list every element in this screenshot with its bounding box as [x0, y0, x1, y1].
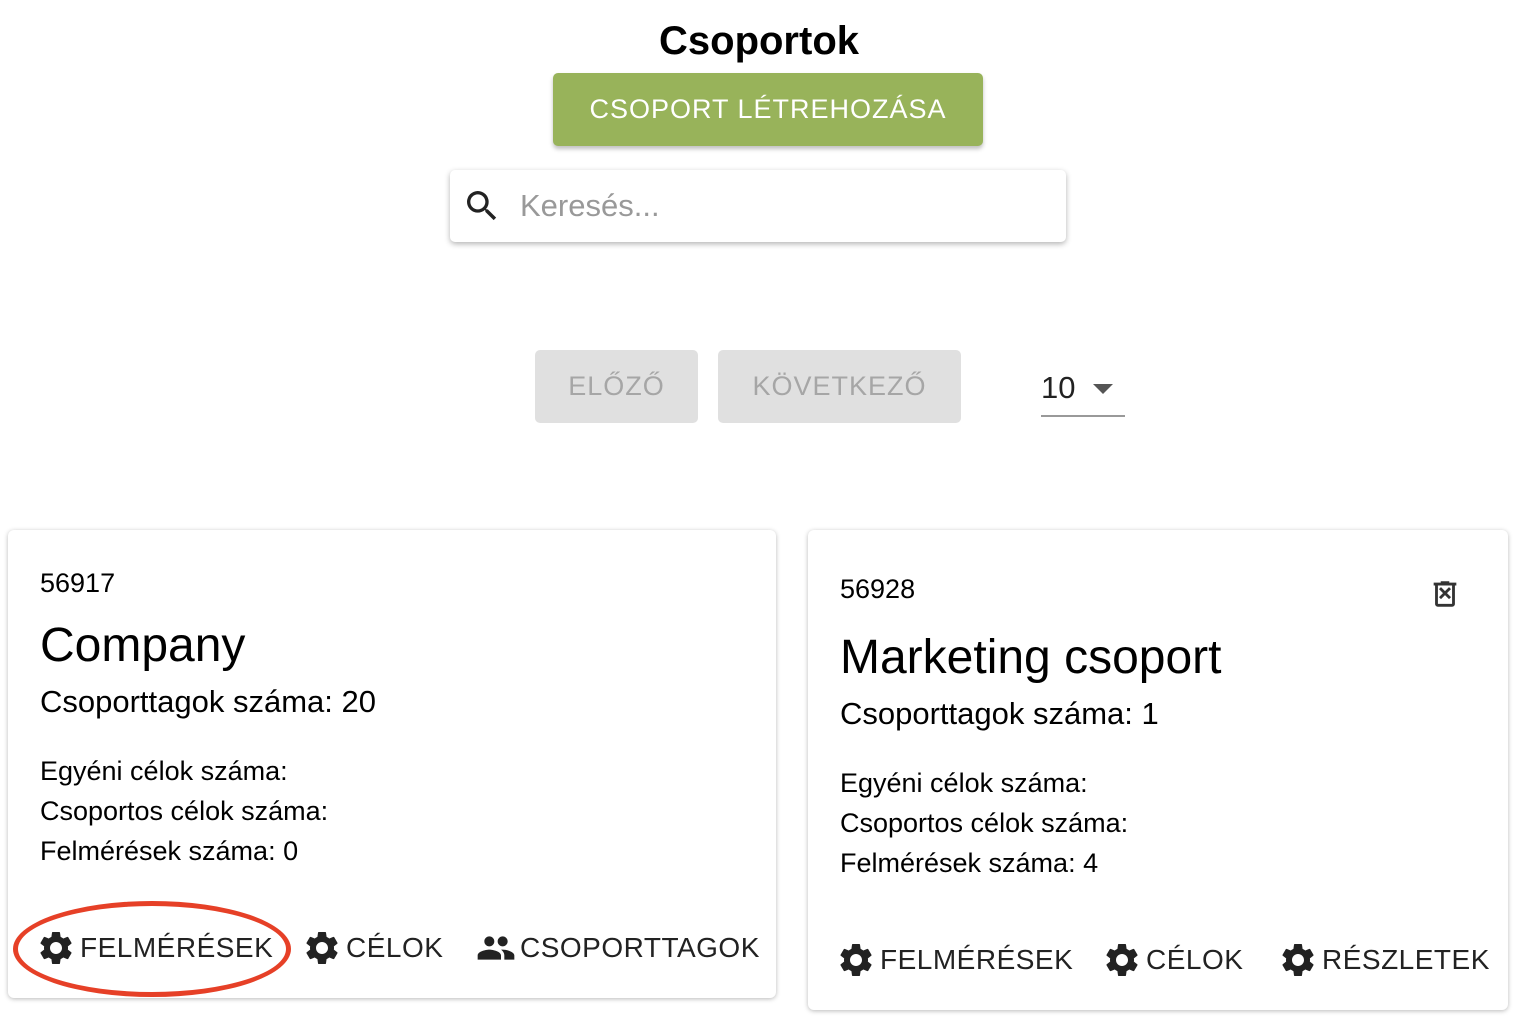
surveys-button[interactable]: FELMÉRÉSEK: [36, 928, 273, 968]
surveys-button-label: FELMÉRÉSEK: [80, 932, 274, 963]
group-id: 56917: [40, 568, 116, 598]
create-group-button[interactable]: CSOPORT LÉTREHOZÁSA: [553, 73, 983, 146]
search-icon: [467, 191, 497, 221]
gear-icon: [840, 944, 872, 976]
group-member-count: Csoporttagok száma: 20: [40, 684, 377, 719]
group-goals-count: Csoportos célok száma:: [40, 796, 329, 826]
group-id: 56928: [840, 574, 916, 604]
trash-icon[interactable]: [1428, 574, 1462, 614]
members-button-label: CSOPORTTAGOK: [520, 932, 760, 963]
page-size-value: 10: [1041, 369, 1076, 405]
surveys-button-label: FELMÉRÉSEK: [880, 944, 1074, 975]
groups-page: Csoportok CSOPORT LÉTREHOZÁSA ELŐZŐ KÖVE…: [0, 0, 1518, 1030]
group-goals-count: Csoportos célok száma:: [840, 808, 1129, 838]
page-title: Csoportok: [659, 19, 859, 63]
search-input[interactable]: [520, 188, 1040, 224]
goals-button-label: CÉLOK: [346, 932, 444, 963]
people-icon: [477, 936, 515, 960]
page-size-select[interactable]: 10: [1041, 360, 1125, 417]
gear-icon: [1106, 944, 1138, 976]
search-box: [450, 170, 1066, 242]
details-button-label: RÉSZLETEK: [1322, 944, 1490, 975]
previous-page-button[interactable]: ELŐZŐ: [535, 350, 698, 423]
chevron-down-icon: [1093, 383, 1114, 394]
gear-icon: [306, 932, 338, 964]
individual-goals-count: Egyéni célok száma:: [840, 768, 1088, 798]
surveys-count: Felmérések száma: 0: [40, 836, 299, 866]
gear-icon: [40, 932, 72, 964]
goals-button-label: CÉLOK: [1146, 944, 1244, 975]
group-member-count: Csoporttagok száma: 1: [840, 696, 1159, 731]
members-button[interactable]: CSOPORTTAGOK: [476, 928, 760, 968]
individual-goals-count: Egyéni célok száma:: [40, 756, 288, 786]
group-card: 56917 Company Csoporttagok száma: 20 Egy…: [8, 530, 776, 998]
goals-button[interactable]: CÉLOK: [302, 928, 443, 968]
details-button[interactable]: RÉSZLETEK: [1278, 940, 1490, 980]
next-page-button[interactable]: KÖVETKEZŐ: [718, 350, 961, 423]
group-name: Marketing csoport: [840, 631, 1222, 684]
group-card: 56928 Marketing csoport Csoporttagok szá…: [808, 530, 1508, 1010]
surveys-count: Felmérések száma: 4: [840, 848, 1099, 878]
gear-icon: [1282, 944, 1314, 976]
surveys-button[interactable]: FELMÉRÉSEK: [836, 940, 1073, 980]
group-name: Company: [40, 619, 246, 672]
goals-button[interactable]: CÉLOK: [1102, 940, 1243, 980]
